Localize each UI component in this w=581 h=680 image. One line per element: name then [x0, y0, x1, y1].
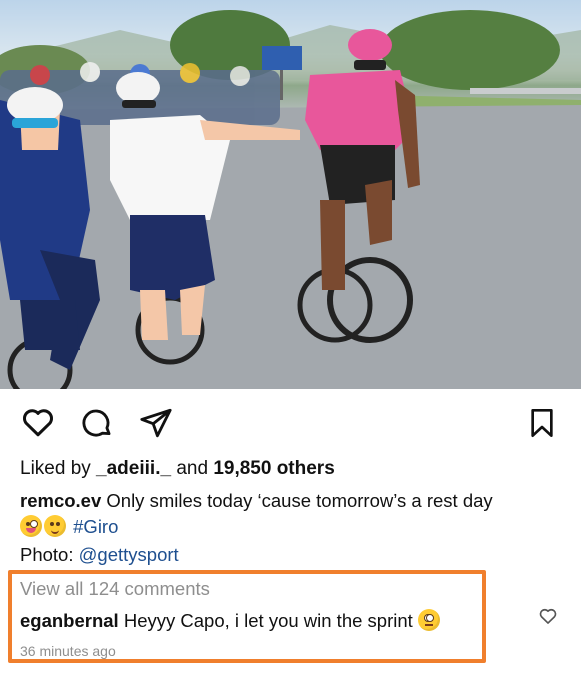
sleepy-face-emoji: [44, 515, 66, 537]
photo-credit-link[interactable]: @gettysport: [79, 544, 179, 565]
likes-summary: Liked by _adeiii._ and 19,850 others: [20, 456, 565, 482]
zany-face-emoji: [20, 515, 42, 537]
photo-credit-line: Photo: @gettysport: [20, 542, 565, 568]
paper-plane-icon[interactable]: [139, 406, 173, 445]
caption-text: Only smiles today ‘cause tomorrow’s a re…: [106, 490, 493, 511]
view-all-comments-link[interactable]: View all 124 comments: [20, 577, 560, 601]
photo-credit-label: Photo:: [20, 544, 79, 565]
caption: remco.ev Only smiles today ‘cause tomorr…: [20, 488, 565, 514]
post-action-bar: [0, 400, 581, 446]
comment-text: Heyyy Capo, i let you win the sprint: [123, 610, 413, 631]
likes-conjunction: and: [171, 458, 214, 479]
comment-username[interactable]: eganbernal: [20, 610, 119, 631]
comments-section: View all 124 comments eganbernal Heyyy C…: [20, 577, 560, 659]
likes-count[interactable]: 19,850 others: [213, 458, 334, 479]
bookmark-icon[interactable]: [526, 406, 558, 445]
comment-bubble-icon[interactable]: [80, 406, 114, 445]
comment-timestamp: 36 minutes ago: [20, 643, 116, 659]
top-comment: eganbernal Heyyy Capo, i let you win the…: [20, 607, 560, 635]
liked-by-username[interactable]: _adeiii._: [96, 458, 171, 479]
post-details: Liked by _adeiii._ and 19,850 others rem…: [20, 456, 565, 568]
caption-username[interactable]: remco.ev: [20, 490, 101, 511]
small-heart-icon[interactable]: [538, 606, 558, 631]
face-with-rolling-eyes-emoji: [417, 609, 440, 631]
likes-prefix: Liked by: [20, 458, 97, 479]
cyclists-illustration: [0, 10, 581, 389]
caption-emoji-line: #Giro: [20, 514, 565, 540]
heart-icon[interactable]: [20, 404, 56, 445]
hashtag-link[interactable]: #Giro: [73, 516, 118, 537]
post-photo[interactable]: [0, 0, 581, 389]
